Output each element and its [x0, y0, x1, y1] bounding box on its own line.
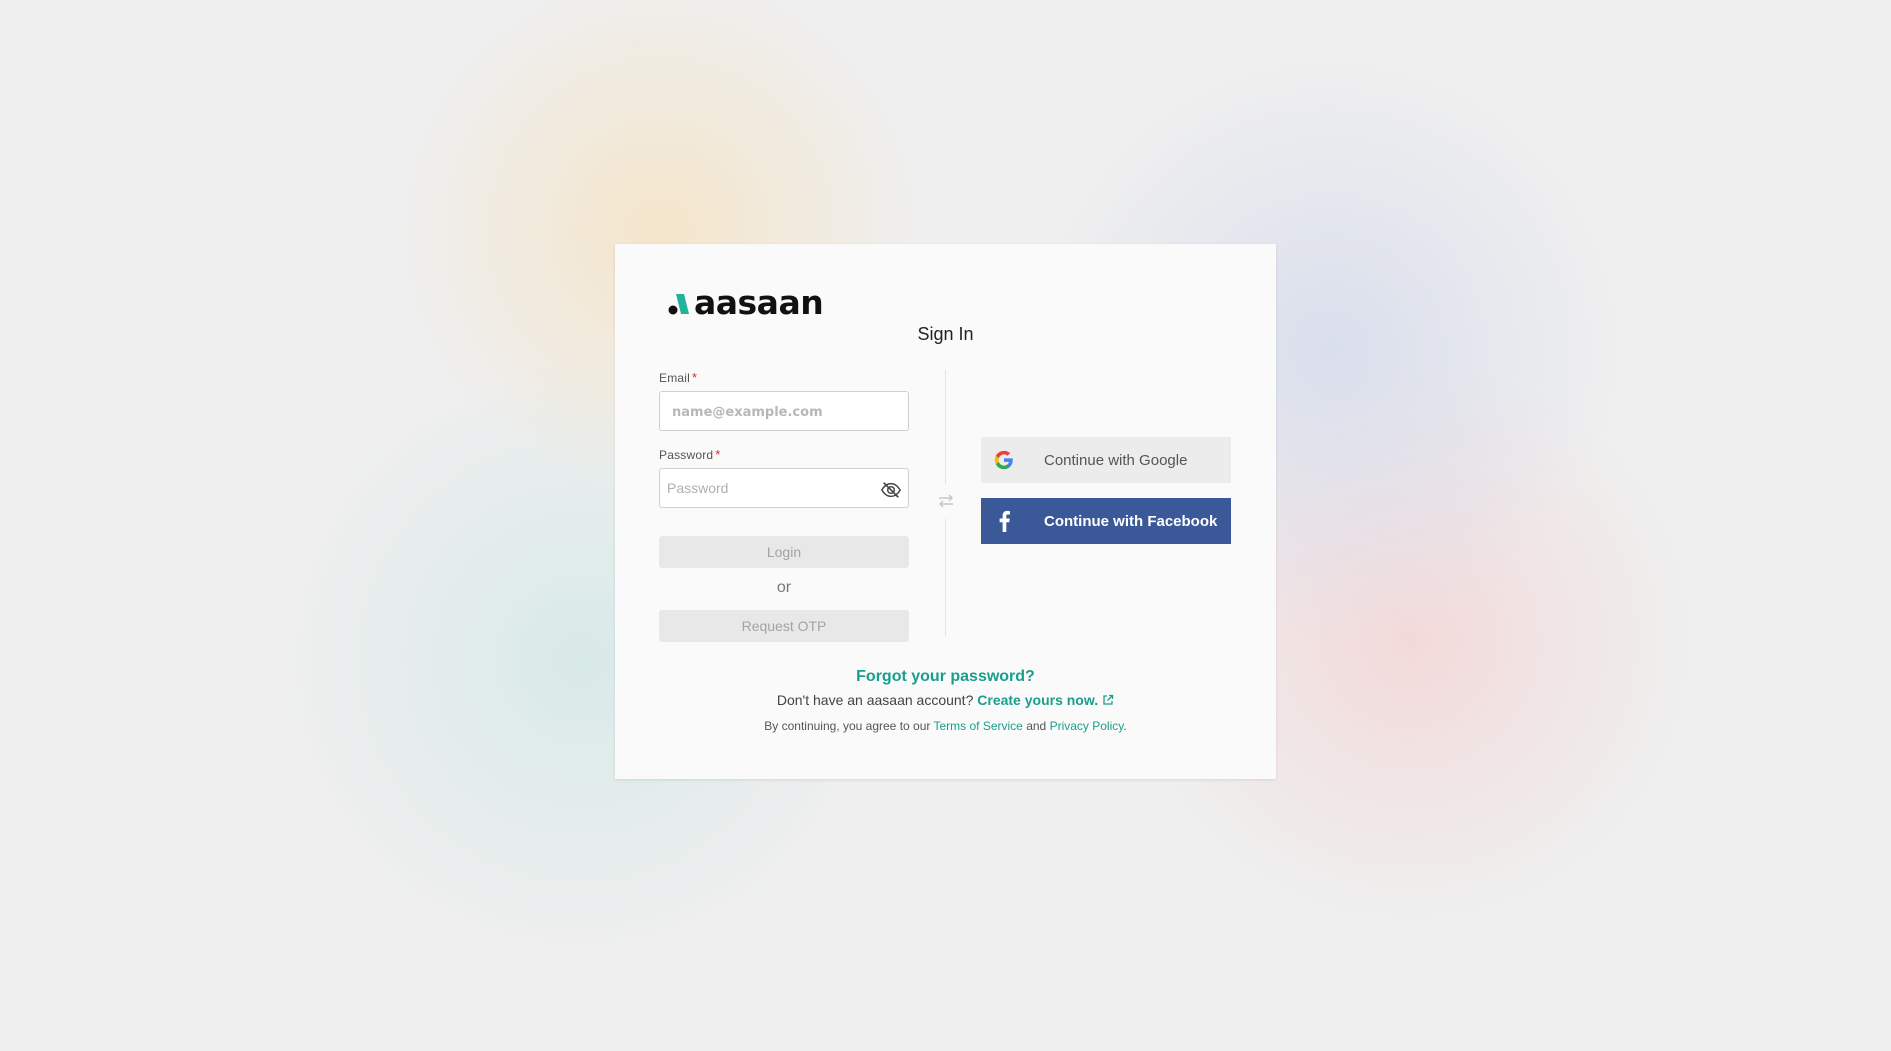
- terms-of-service-link[interactable]: Terms of Service: [934, 719, 1023, 733]
- brand-name: aasaan: [694, 283, 824, 322]
- aasaan-logo-icon: [668, 293, 689, 314]
- vertical-divider: [945, 370, 946, 484]
- facebook-signin-button[interactable]: Continue with Facebook: [981, 498, 1231, 544]
- email-field[interactable]: [659, 391, 909, 431]
- swap-icon: [939, 494, 953, 508]
- privacy-policy-link[interactable]: Privacy Policy: [1050, 719, 1124, 733]
- brand-logo: aasaan: [668, 283, 824, 322]
- google-icon: [993, 449, 1015, 471]
- sign-in-card: aasaan Sign In Email* Password* Login or…: [615, 244, 1276, 779]
- google-button-label: Continue with Google: [1044, 451, 1188, 469]
- page-title: Sign In: [917, 324, 974, 344]
- request-otp-button[interactable]: Request OTP: [659, 610, 909, 642]
- email-label: Email *: [659, 370, 698, 385]
- eye-off-icon[interactable]: [880, 479, 902, 501]
- password-field[interactable]: [659, 468, 909, 508]
- forgot-password-link[interactable]: Forgot your password?: [856, 668, 1035, 685]
- required-marker: *: [715, 447, 721, 462]
- login-button[interactable]: Login: [659, 536, 909, 568]
- forgot-password-row: Forgot your password?: [615, 668, 1276, 686]
- terms-notice: By continuing, you agree to our Terms of…: [764, 719, 1127, 733]
- create-account-row: Don't have an aasaan account? Create you…: [615, 692, 1276, 708]
- required-marker: *: [692, 370, 698, 385]
- create-account-link[interactable]: Create yours now.: [977, 692, 1114, 708]
- google-signin-button[interactable]: Continue with Google: [981, 437, 1231, 483]
- vertical-divider: [945, 519, 946, 636]
- facebook-icon: [993, 510, 1015, 532]
- facebook-button-label: Continue with Facebook: [1044, 512, 1218, 530]
- password-label: Password *: [659, 447, 721, 462]
- or-separator: or: [776, 579, 792, 596]
- account-prompt: Don't have an aasaan account?: [776, 692, 974, 708]
- external-link-icon: [1103, 694, 1114, 705]
